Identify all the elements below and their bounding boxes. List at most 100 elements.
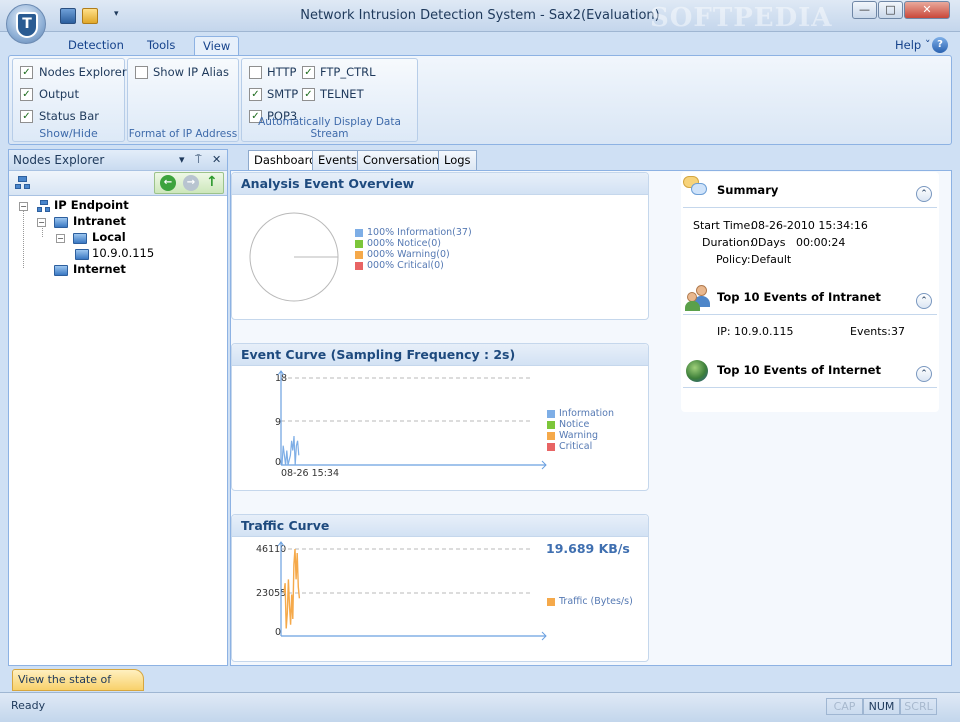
watermark: SOFTPEDIA (650, 3, 833, 33)
output-checkbox[interactable]: ✓ (20, 88, 33, 101)
tree-node-ip-endpoint[interactable]: IP Endpoint (54, 198, 129, 212)
event-legend-information: Information (559, 408, 614, 419)
event-legend-swatch-warning (547, 432, 555, 440)
expand-toggle-local[interactable]: − (56, 234, 65, 243)
close-pane-icon[interactable]: ✕ (212, 153, 221, 166)
intranet-events-title: Top 10 Events of Intranet (717, 290, 881, 304)
start-time-label: Start Time: (693, 219, 754, 232)
legend-information: 100% Information(37) (367, 227, 472, 238)
application-button[interactable]: T (6, 4, 46, 44)
collapse-summary-button[interactable]: ⌃ (916, 186, 932, 202)
summary-separator (683, 207, 937, 208)
summary-panel: Summary ⌃ Start Time: 08-26-2010 15:34:1… (681, 172, 939, 412)
analysis-overview-title: Analysis Event Overview (232, 173, 648, 195)
collapse-internet-button[interactable]: ⌃ (916, 366, 932, 382)
traffic-curve-card: Traffic Curve 46110 23055 0 19.689 KB/s … (231, 514, 649, 662)
traffic-curve-title: Traffic Curve (232, 515, 648, 537)
intranet-icon (54, 217, 68, 228)
status-text: Ready (11, 699, 46, 712)
nodes-tree: − IP Endpoint − Intranet − Local 10.9.0.… (9, 197, 227, 667)
tree-node-internet[interactable]: Internet (73, 262, 126, 276)
status-bar-label: Status Bar (39, 109, 99, 123)
traffic-legend-bytes: Traffic (Bytes/s) (559, 596, 633, 607)
tab-logs[interactable]: Logs (438, 150, 477, 171)
legend-swatch-notice (355, 240, 363, 248)
ftp-ctrl-checkbox[interactable]: ✓ (302, 66, 315, 79)
back-icon[interactable]: ← (160, 175, 176, 191)
expand-toggle-ip-endpoint[interactable]: − (19, 202, 28, 211)
tree-node-local[interactable]: Local (92, 230, 126, 244)
local-icon (73, 233, 87, 244)
legend-swatch-warning (355, 251, 363, 259)
event-curve-card: Event Curve (Sampling Frequency : 2s) 18… (231, 343, 649, 491)
nodes-explorer-toolbar: ← → ↑ (9, 171, 227, 196)
users-icon (685, 285, 713, 311)
telnet-label: TELNET (320, 87, 364, 101)
show-ip-alias-checkbox[interactable] (135, 66, 148, 79)
ip-endpoint-icon (37, 200, 51, 212)
analysis-overview-card: Analysis Event Overview 100% Information… (231, 172, 649, 320)
policy-label: Policy: (716, 253, 751, 266)
traffic-legend-swatch (547, 598, 555, 606)
summary-title: Summary (717, 183, 779, 197)
traffic-series-bytes (283, 548, 301, 629)
event-pie-chart (249, 212, 339, 302)
dropdown-icon[interactable]: ▾ (179, 153, 185, 166)
smtp-checkbox[interactable]: ✓ (249, 88, 262, 101)
host-icon (75, 249, 89, 260)
ftp-ctrl-label: FTP_CTRL (320, 65, 376, 79)
tab-view[interactable]: View (194, 36, 240, 56)
tree-node-intranet[interactable]: Intranet (73, 214, 126, 228)
network-icon[interactable] (15, 176, 31, 190)
tab-conversations[interactable]: Conversations (357, 150, 452, 171)
open-folder-icon[interactable] (82, 8, 98, 24)
group-label-data-stream: Automatically Display Data Stream (258, 116, 401, 140)
help-icon[interactable]: ? (932, 37, 948, 53)
nodes-explorer-panel: Nodes Explorer ▾ ⍑ ✕ ← → ↑ − IP Endpoint… (8, 149, 228, 666)
group-format-ip: Show IP Alias Format of IP Address (127, 58, 239, 142)
forward-icon[interactable]: → (183, 175, 199, 191)
legend-critical: 000% Critical(0) (367, 260, 444, 271)
internet-icon (54, 265, 68, 276)
group-data-stream: HTTP ✓ FTP_CTRL ✓ SMTP ✓ TELNET ✓ POP3 A… (241, 58, 418, 142)
tree-node-host-ip[interactable]: 10.9.0.115 (92, 246, 154, 260)
intranet-separator (683, 314, 937, 315)
tab-events[interactable]: Events (312, 150, 363, 171)
status-bar: Ready CAP NUM SCRL (0, 692, 960, 722)
pin-icon[interactable]: ⍑ (195, 153, 202, 167)
event-x-label: 08-26 15:34 (281, 468, 340, 479)
tab-detection[interactable]: Detection (60, 36, 132, 56)
collapse-intranet-button[interactable]: ⌃ (916, 293, 932, 309)
legend-notice: 000% Notice(0) (367, 238, 441, 249)
status-bar-checkbox[interactable]: ✓ (20, 110, 33, 123)
intranet-events-value: 37 (891, 325, 905, 338)
telnet-checkbox[interactable]: ✓ (302, 88, 315, 101)
event-legend-swatch-notice (547, 421, 555, 429)
http-checkbox[interactable] (249, 66, 262, 79)
expand-toggle-intranet[interactable]: − (37, 218, 46, 227)
output-label: Output (39, 87, 79, 101)
legend-swatch-critical (355, 262, 363, 270)
customize-qat-icon[interactable]: ▾ (114, 9, 119, 19)
globe-icon (686, 360, 708, 382)
event-legend-swatch-information (547, 410, 555, 418)
event-legend-notice: Notice (559, 419, 590, 430)
tab-tools[interactable]: Tools (139, 36, 183, 56)
close-button[interactable]: ✕ (904, 1, 950, 19)
event-legend-swatch-critical (547, 443, 555, 451)
nodes-explorer-checkbox[interactable]: ✓ (20, 66, 33, 79)
output-info-tab[interactable]: View the state of Sax2. (12, 669, 144, 706)
save-icon[interactable] (60, 8, 76, 24)
intranet-ip-value[interactable]: 10.9.0.115 (734, 325, 793, 338)
nodes-explorer-label: Nodes Explorer (39, 65, 127, 79)
up-icon[interactable]: ↑ (206, 174, 218, 190)
help-menu[interactable]: Help ˇ (887, 36, 939, 56)
maximize-button[interactable]: □ (878, 1, 903, 19)
intranet-ip-label: IP: (717, 325, 731, 338)
scroll-lock-indicator: SCRL (900, 698, 937, 715)
legend-swatch-information (355, 229, 363, 237)
http-label: HTTP (267, 65, 297, 79)
event-legend-critical: Critical (559, 441, 593, 452)
intranet-events-label: Events: (850, 325, 891, 338)
minimize-button[interactable]: — (852, 1, 877, 19)
